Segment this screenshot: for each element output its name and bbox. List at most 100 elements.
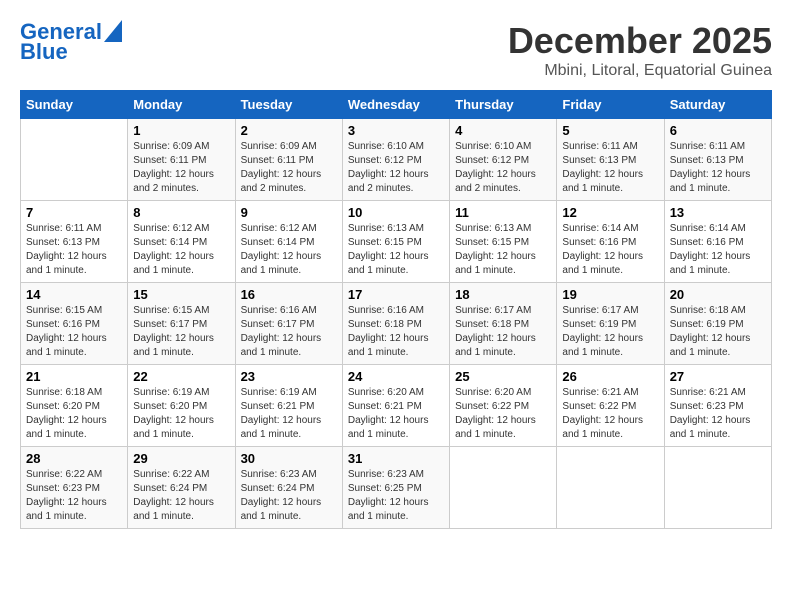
calendar-cell: 4Sunrise: 6:10 AM Sunset: 6:12 PM Daylig…	[450, 119, 557, 201]
calendar-cell: 24 Sunrise: 6:20 AM Sunset: 6:21 PM Dayli…	[342, 365, 449, 447]
calendar-cell: 21 Sunrise: 6:18 AM Sunset: 6:20 PM Dayli…	[21, 365, 128, 447]
day-number: 17	[348, 287, 444, 302]
day-info: Sunrise: 6:17 AM Sunset: 6:18 PM Dayligh…	[455, 304, 551, 360]
day-number: 10	[348, 205, 444, 220]
calendar-cell: 6 Sunrise: 6:11 AM Sunset: 6:13 PM Daylig…	[664, 119, 771, 201]
day-info: Sunrise: 6:11 AM Sunset: 6:13 PM Dayligh…	[26, 222, 122, 278]
calendar-cell: 20 Sunrise: 6:18 AM Sunset: 6:19 PM Dayli…	[664, 283, 771, 365]
day-info: Sunrise: 6:16 AM Sunset: 6:17 PM Dayligh…	[241, 304, 337, 360]
calendar-cell: 10Sunrise: 6:13 AM Sunset: 6:15 PM Dayli…	[342, 201, 449, 283]
day-number: 8	[133, 205, 229, 220]
calendar-cell	[450, 447, 557, 529]
logo-arrow-icon	[104, 20, 122, 42]
day-number: 5	[562, 123, 658, 138]
weekday-header-monday: Monday	[128, 91, 235, 119]
day-number: 14	[26, 287, 122, 302]
day-info: Sunrise: 6:16 AM Sunset: 6:18 PM Dayligh…	[348, 304, 444, 360]
calendar-week-row: 7 Sunrise: 6:11 AM Sunset: 6:13 PM Daylig…	[21, 201, 772, 283]
day-number: 20	[670, 287, 766, 302]
day-number: 28	[26, 451, 122, 466]
day-number: 9	[241, 205, 337, 220]
calendar-cell: 17 Sunrise: 6:16 AM Sunset: 6:18 PM Dayli…	[342, 283, 449, 365]
day-number: 7	[26, 205, 122, 220]
calendar-cell: 15 Sunrise: 6:15 AM Sunset: 6:17 PM Dayli…	[128, 283, 235, 365]
calendar-cell	[21, 119, 128, 201]
day-number: 21	[26, 369, 122, 384]
day-info: Sunrise: 6:11 AM Sunset: 6:13 PM Dayligh…	[670, 140, 766, 196]
logo-text-line2: Blue	[20, 40, 68, 64]
calendar-cell: 5 Sunrise: 6:11 AM Sunset: 6:13 PM Daylig…	[557, 119, 664, 201]
day-number: 26	[562, 369, 658, 384]
day-number: 30	[241, 451, 337, 466]
day-info: Sunrise: 6:12 AM Sunset: 6:14 PM Dayligh…	[133, 222, 229, 278]
day-info: Sunrise: 6:21 AM Sunset: 6:23 PM Dayligh…	[670, 386, 766, 442]
calendar-cell: 16 Sunrise: 6:16 AM Sunset: 6:17 PM Dayli…	[235, 283, 342, 365]
calendar-table: SundayMondayTuesdayWednesdayThursdayFrid…	[20, 90, 772, 529]
calendar-cell: 22 Sunrise: 6:19 AM Sunset: 6:20 PM Dayli…	[128, 365, 235, 447]
day-info: Sunrise: 6:12 AM Sunset: 6:14 PM Dayligh…	[241, 222, 337, 278]
calendar-cell: 11 Sunrise: 6:13 AM Sunset: 6:15 PM Dayli…	[450, 201, 557, 283]
day-number: 29	[133, 451, 229, 466]
day-info: Sunrise: 6:10 AM Sunset: 6:12 PM Dayligh…	[348, 140, 444, 196]
weekday-header-row: SundayMondayTuesdayWednesdayThursdayFrid…	[21, 91, 772, 119]
weekday-header-saturday: Saturday	[664, 91, 771, 119]
day-info: Sunrise: 6:23 AM Sunset: 6:25 PM Dayligh…	[348, 468, 444, 524]
day-info: Sunrise: 6:23 AM Sunset: 6:24 PM Dayligh…	[241, 468, 337, 524]
calendar-cell: 9 Sunrise: 6:12 AM Sunset: 6:14 PM Daylig…	[235, 201, 342, 283]
day-number: 18	[455, 287, 551, 302]
calendar-cell: 2Sunrise: 6:09 AM Sunset: 6:11 PM Daylig…	[235, 119, 342, 201]
day-info: Sunrise: 6:20 AM Sunset: 6:21 PM Dayligh…	[348, 386, 444, 442]
calendar-cell: 30 Sunrise: 6:23 AM Sunset: 6:24 PM Dayli…	[235, 447, 342, 529]
calendar-cell: 13Sunrise: 6:14 AM Sunset: 6:16 PM Dayli…	[664, 201, 771, 283]
weekday-header-sunday: Sunday	[21, 91, 128, 119]
weekday-header-tuesday: Tuesday	[235, 91, 342, 119]
location-subtitle: Mbini, Litoral, Equatorial Guinea	[508, 62, 772, 80]
calendar-cell	[557, 447, 664, 529]
day-info: Sunrise: 6:14 AM Sunset: 6:16 PM Dayligh…	[562, 222, 658, 278]
weekday-header-friday: Friday	[557, 91, 664, 119]
logo: General Blue	[20, 20, 122, 64]
day-number: 12	[562, 205, 658, 220]
calendar-cell: 19Sunrise: 6:17 AM Sunset: 6:19 PM Dayli…	[557, 283, 664, 365]
day-info: Sunrise: 6:15 AM Sunset: 6:16 PM Dayligh…	[26, 304, 122, 360]
day-number: 25	[455, 369, 551, 384]
day-info: Sunrise: 6:19 AM Sunset: 6:20 PM Dayligh…	[133, 386, 229, 442]
day-number: 2	[241, 123, 337, 138]
day-number: 22	[133, 369, 229, 384]
calendar-cell	[664, 447, 771, 529]
day-number: 24	[348, 369, 444, 384]
day-info: Sunrise: 6:21 AM Sunset: 6:22 PM Dayligh…	[562, 386, 658, 442]
month-title: December 2025	[508, 20, 772, 62]
day-number: 19	[562, 287, 658, 302]
calendar-week-row: 28 Sunrise: 6:22 AM Sunset: 6:23 PM Dayli…	[21, 447, 772, 529]
day-info: Sunrise: 6:22 AM Sunset: 6:23 PM Dayligh…	[26, 468, 122, 524]
calendar-cell: 7 Sunrise: 6:11 AM Sunset: 6:13 PM Daylig…	[21, 201, 128, 283]
title-block: December 2025 Mbini, Litoral, Equatorial…	[508, 20, 772, 80]
day-info: Sunrise: 6:19 AM Sunset: 6:21 PM Dayligh…	[241, 386, 337, 442]
calendar-cell: 25 Sunrise: 6:20 AM Sunset: 6:22 PM Dayli…	[450, 365, 557, 447]
day-info: Sunrise: 6:15 AM Sunset: 6:17 PM Dayligh…	[133, 304, 229, 360]
day-info: Sunrise: 6:11 AM Sunset: 6:13 PM Dayligh…	[562, 140, 658, 196]
weekday-header-wednesday: Wednesday	[342, 91, 449, 119]
calendar-cell: 23Sunrise: 6:19 AM Sunset: 6:21 PM Dayli…	[235, 365, 342, 447]
day-info: Sunrise: 6:20 AM Sunset: 6:22 PM Dayligh…	[455, 386, 551, 442]
day-info: Sunrise: 6:18 AM Sunset: 6:20 PM Dayligh…	[26, 386, 122, 442]
day-info: Sunrise: 6:18 AM Sunset: 6:19 PM Dayligh…	[670, 304, 766, 360]
calendar-cell: 14 Sunrise: 6:15 AM Sunset: 6:16 PM Dayli…	[21, 283, 128, 365]
day-number: 6	[670, 123, 766, 138]
day-number: 11	[455, 205, 551, 220]
weekday-header-thursday: Thursday	[450, 91, 557, 119]
calendar-cell: 27 Sunrise: 6:21 AM Sunset: 6:23 PM Dayli…	[664, 365, 771, 447]
day-info: Sunrise: 6:14 AM Sunset: 6:16 PM Dayligh…	[670, 222, 766, 278]
calendar-week-row: 14 Sunrise: 6:15 AM Sunset: 6:16 PM Dayli…	[21, 283, 772, 365]
calendar-cell: 29Sunrise: 6:22 AM Sunset: 6:24 PM Dayli…	[128, 447, 235, 529]
day-number: 15	[133, 287, 229, 302]
calendar-cell: 26 Sunrise: 6:21 AM Sunset: 6:22 PM Dayli…	[557, 365, 664, 447]
calendar-cell: 1Sunrise: 6:09 AM Sunset: 6:11 PM Daylig…	[128, 119, 235, 201]
calendar-cell: 31Sunrise: 6:23 AM Sunset: 6:25 PM Dayli…	[342, 447, 449, 529]
day-info: Sunrise: 6:13 AM Sunset: 6:15 PM Dayligh…	[455, 222, 551, 278]
day-number: 1	[133, 123, 229, 138]
day-number: 16	[241, 287, 337, 302]
day-number: 27	[670, 369, 766, 384]
calendar-cell: 18 Sunrise: 6:17 AM Sunset: 6:18 PM Dayli…	[450, 283, 557, 365]
